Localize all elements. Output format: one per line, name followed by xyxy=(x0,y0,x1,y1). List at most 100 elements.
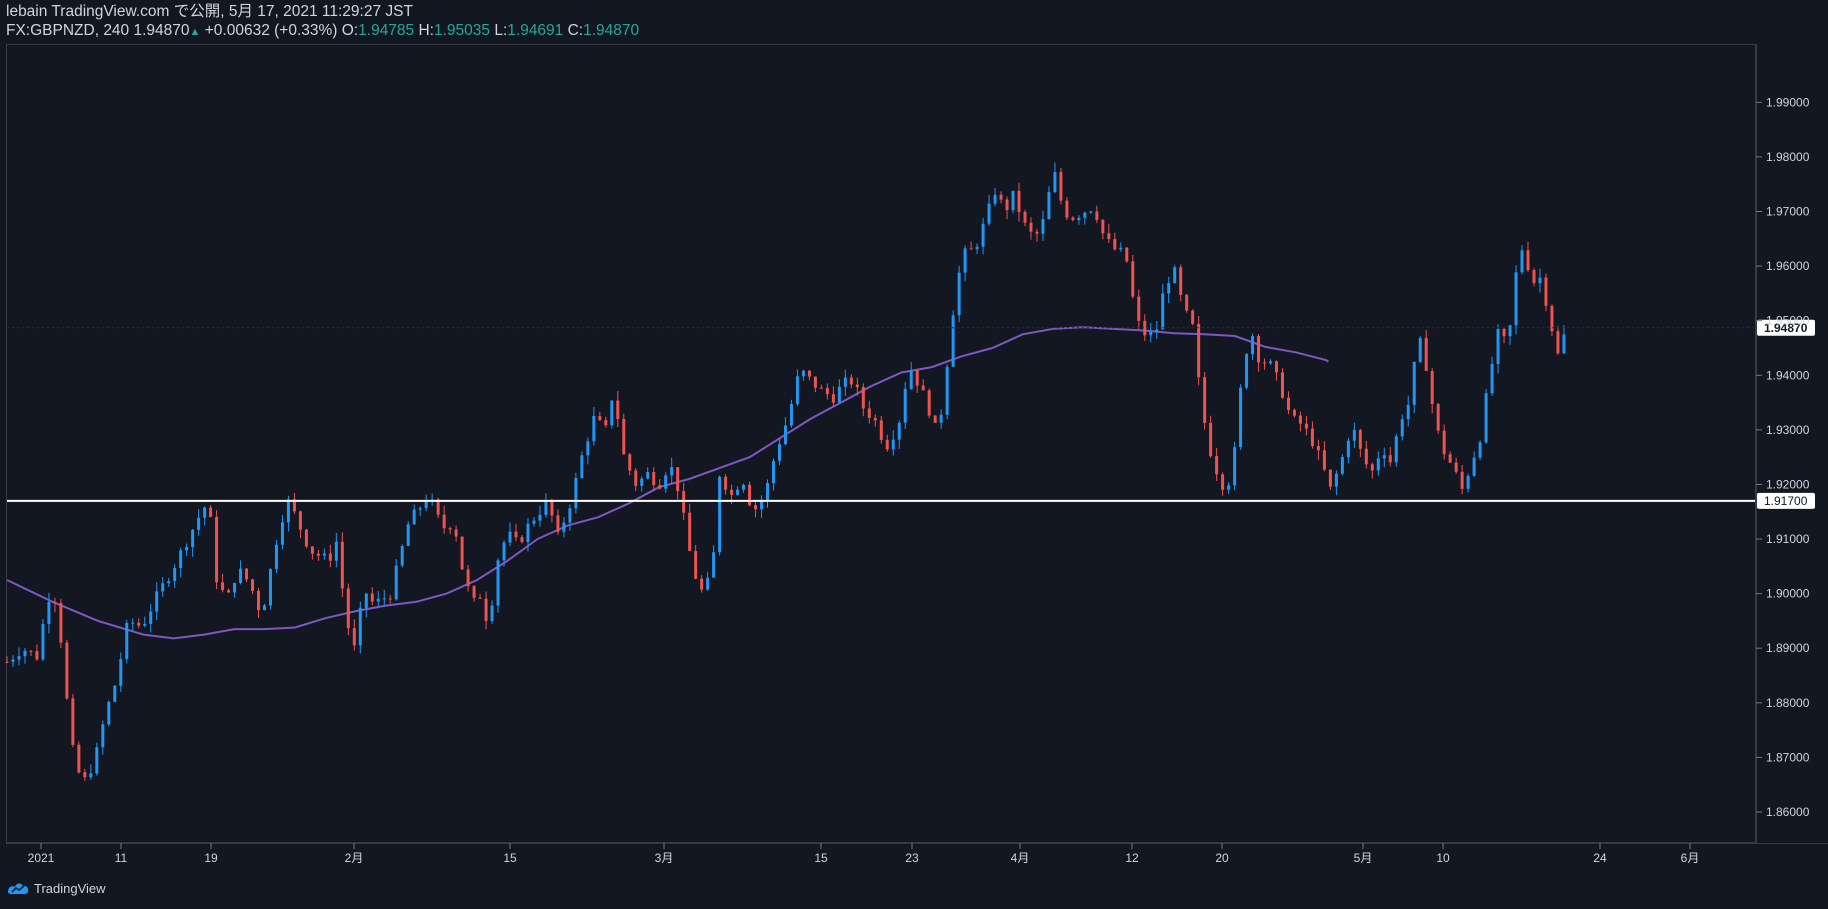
candle-up xyxy=(203,507,207,518)
candle-up xyxy=(1376,458,1380,471)
y-tick-label: 1.97000 xyxy=(1766,204,1810,218)
candle-down xyxy=(1424,337,1428,371)
candle-down xyxy=(1358,430,1362,449)
candle-down xyxy=(352,628,356,646)
candle-down xyxy=(1274,361,1278,373)
candle-up xyxy=(322,553,326,556)
candle-down xyxy=(885,439,889,450)
candle-down xyxy=(1113,239,1117,250)
candle-up xyxy=(1269,361,1273,364)
candle-down xyxy=(1017,190,1021,212)
candle-down xyxy=(1071,217,1075,220)
candle-down xyxy=(59,602,63,643)
candle-up xyxy=(173,568,177,582)
candle-down xyxy=(5,661,9,663)
candle-down xyxy=(448,528,452,530)
candle-up xyxy=(334,541,338,561)
candle-up xyxy=(1149,331,1153,336)
candle-down xyxy=(520,537,524,543)
candle-down xyxy=(466,569,470,587)
candle-up xyxy=(777,444,781,461)
candle-up xyxy=(562,522,566,532)
candle-up xyxy=(1041,219,1045,234)
candle-up xyxy=(11,659,15,662)
candle-down xyxy=(209,507,213,517)
candle-down xyxy=(1544,277,1548,306)
candle-down xyxy=(310,546,314,554)
x-tick-label: 3月 xyxy=(655,851,674,865)
candle-down xyxy=(1065,200,1069,218)
x-tick-label: 6月 xyxy=(1681,851,1700,865)
candle-up xyxy=(233,582,237,593)
candle-up xyxy=(143,623,147,626)
candle-down xyxy=(460,536,464,570)
candle-down xyxy=(825,387,829,395)
candle-up xyxy=(89,773,93,778)
candle-up xyxy=(1083,212,1087,218)
candle-up xyxy=(1496,329,1500,364)
candle-up xyxy=(167,581,171,584)
candle-up xyxy=(1011,190,1015,210)
footer-brand[interactable]: TradingView xyxy=(6,880,106,896)
candle-down xyxy=(370,593,374,602)
candle-up xyxy=(526,523,530,543)
candle-down xyxy=(658,485,662,489)
candle-up xyxy=(1119,247,1123,250)
candle-down xyxy=(813,376,817,388)
x-tick-label: 2月 xyxy=(345,851,364,865)
candle-down xyxy=(1179,267,1183,295)
candle-down xyxy=(807,370,811,377)
candle-down xyxy=(316,553,320,556)
candle-down xyxy=(556,515,560,532)
x-tick-label: 4月 xyxy=(1011,851,1030,865)
candle-down xyxy=(598,416,602,421)
candle-down xyxy=(999,194,1003,200)
candle-up xyxy=(1508,325,1512,337)
x-tick-label: 15 xyxy=(814,851,828,865)
candle-up xyxy=(274,544,278,570)
candle-up xyxy=(1412,361,1416,405)
candle-down xyxy=(676,467,680,492)
x-tick-label: 20 xyxy=(1215,851,1229,865)
candle-up xyxy=(538,514,542,521)
candle-up xyxy=(1418,337,1422,362)
horizontal-line-layer: 1.917001.94870 xyxy=(7,319,1815,509)
candle-down xyxy=(867,408,871,418)
candle-up xyxy=(993,194,997,204)
candle-down xyxy=(1280,372,1284,398)
candle-up xyxy=(1239,387,1243,448)
candle-up xyxy=(149,611,153,624)
tradingview-logo-icon xyxy=(8,883,29,894)
candle-down xyxy=(1209,422,1213,457)
candle-up xyxy=(400,545,404,566)
candle-up xyxy=(909,370,913,389)
candle-up xyxy=(568,508,572,523)
candle-down xyxy=(1292,410,1296,416)
candle-down xyxy=(472,586,476,598)
candle-up xyxy=(783,425,787,445)
candle-up xyxy=(903,388,907,423)
candle-up xyxy=(736,489,740,495)
candle-up xyxy=(766,483,770,501)
candlestick-chart[interactable]: 1.917001.94870 1.86000 1.87000 1.88000 1.89… xyxy=(0,0,1828,909)
candle-up xyxy=(544,500,548,515)
y-tick-label: 1.90000 xyxy=(1766,587,1810,601)
candle-down xyxy=(251,579,255,591)
candle-down xyxy=(1137,296,1141,321)
candle-up xyxy=(963,248,967,273)
candle-down xyxy=(849,377,853,385)
candle-down xyxy=(1197,323,1201,378)
candle-up xyxy=(1340,457,1344,474)
candle-up xyxy=(706,577,710,590)
candle-down xyxy=(1304,423,1308,429)
candle-down xyxy=(1322,450,1326,470)
candle-down xyxy=(454,529,458,537)
candle-up xyxy=(670,467,674,476)
y-tick-label: 1.99000 xyxy=(1766,95,1810,109)
candle-up xyxy=(95,747,99,774)
candle-down xyxy=(1023,211,1027,223)
candle-down xyxy=(484,598,488,622)
candle-up xyxy=(640,478,644,486)
candle-down xyxy=(855,384,859,388)
candle-down xyxy=(245,568,249,580)
